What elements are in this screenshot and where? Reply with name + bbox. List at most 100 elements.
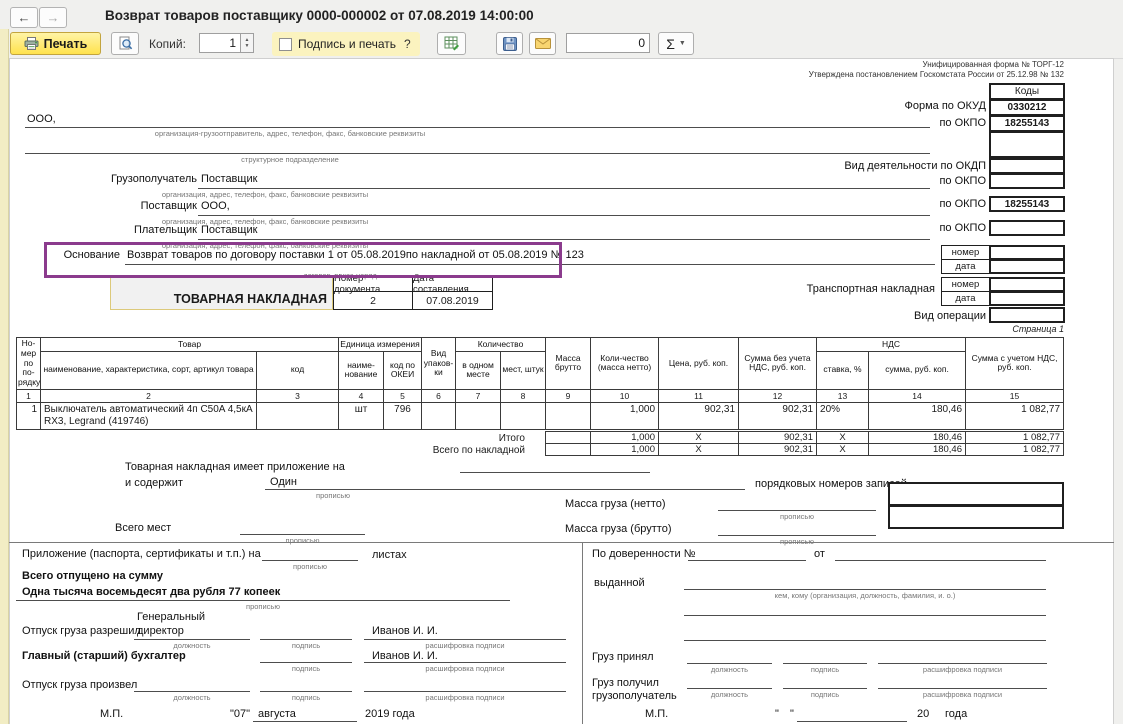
okpo-payer-value-cell xyxy=(989,220,1065,236)
colnum-1: 1 xyxy=(17,389,41,402)
attachments-label: Приложение (паспорта, сертификаты и т.п.… xyxy=(22,548,261,560)
total-released-label: Всего отпущено на сумму xyxy=(22,570,163,582)
made-sign-caption: подпись xyxy=(260,693,352,702)
copies-label: Копий: xyxy=(149,37,186,51)
sign-and-print-checkbox[interactable] xyxy=(279,38,292,51)
row-per-place xyxy=(456,402,501,429)
poa-number-line xyxy=(688,559,806,561)
app-window: { "titlebar": { "title": "Возврат товаро… xyxy=(0,0,1123,724)
shipper-line xyxy=(25,126,930,128)
release-decode-caption: расшифровка подписи xyxy=(364,641,566,650)
counter-input[interactable]: 0 xyxy=(566,33,650,53)
sign-and-print-area: Подпись и печать ? xyxy=(272,32,420,56)
row-okei: 796 xyxy=(384,402,422,429)
supplier-label: Поставщик xyxy=(40,200,197,212)
row-sum-wo-vat: 902,31 xyxy=(739,402,817,429)
print-button-label: Печать xyxy=(44,37,88,51)
copies-input[interactable]: 1 xyxy=(199,33,241,53)
save-button[interactable] xyxy=(496,32,523,55)
totals-total: 1 082,77 xyxy=(966,432,1064,444)
grand-total-label: Всего по накладной xyxy=(300,445,525,456)
sum-button[interactable]: Σ ▼ xyxy=(658,32,694,55)
totals-sum-wo-vat: 902,31 xyxy=(739,432,817,444)
payer-value: Поставщик xyxy=(201,224,257,236)
copies-stepper[interactable]: ▲ ▼ xyxy=(241,33,254,53)
okpo-label-3: по ОКПО xyxy=(686,198,986,210)
received-decode-line xyxy=(878,687,1047,689)
contains-caption: прописью xyxy=(273,491,393,500)
issued-caption: кем, кому (организация, должность, фамил… xyxy=(684,591,1046,600)
stamp-year: 2019 года xyxy=(365,708,415,720)
stamp-label-right: М.П. xyxy=(645,708,668,720)
received-decode-caption: расшифровка подписи xyxy=(878,690,1047,699)
stamp-date-line xyxy=(253,720,357,722)
position-value-line2: директор xyxy=(137,625,184,637)
okdp-label: Вид деятельности по ОКДП xyxy=(686,160,986,172)
appendix-line xyxy=(460,471,650,473)
preview-button[interactable] xyxy=(111,32,139,55)
edit-table-button[interactable] xyxy=(437,32,466,55)
grand-x2: X xyxy=(817,444,869,456)
colnum-11: 11 xyxy=(659,389,739,402)
basis-date-value-cell xyxy=(989,259,1065,274)
totals-vat-sum: 180,46 xyxy=(869,432,966,444)
release-allowed-label: Отпуск груза разрешил xyxy=(22,625,141,637)
accountant-decode-line xyxy=(364,661,566,663)
print-button[interactable]: Печать xyxy=(10,32,101,55)
help-question-mark[interactable]: ? xyxy=(404,37,411,51)
colnum-10: 10 xyxy=(591,389,659,402)
consignee-label: Грузополучатель xyxy=(40,173,197,185)
cargo-accepted-label: Груз принял xyxy=(592,651,654,663)
release-sign-name: Иванов И. И. xyxy=(372,625,438,637)
forward-button[interactable]: → xyxy=(39,7,67,28)
colnum-3: 3 xyxy=(257,389,339,402)
totals-x2: X xyxy=(817,432,869,444)
okpo-shipper-value-cell: 18255143 xyxy=(989,115,1065,132)
issued-blank-line-2 xyxy=(684,639,1046,641)
total-in-words-caption: прописью xyxy=(203,602,323,611)
received-position-line xyxy=(687,687,772,689)
accepted-position-line xyxy=(687,662,772,664)
colnum-14: 14 xyxy=(869,389,966,402)
made-position-line xyxy=(134,690,250,692)
colnum-4: 4 xyxy=(339,389,384,402)
chevron-down-icon: ▼ xyxy=(679,40,686,47)
table-header-sub-row: наименование, характеристика, сорт, арти… xyxy=(17,351,1064,389)
doc-title: ТОВАРНАЯ НАКЛАДНАЯ xyxy=(114,292,327,306)
colnum-7: 7 xyxy=(456,389,501,402)
row-vat-rate: 20% xyxy=(817,402,869,429)
row-num: 1 xyxy=(17,402,41,429)
position-value-line1: Генеральный xyxy=(137,611,205,623)
mail-button[interactable] xyxy=(529,32,556,55)
total-in-words: Одна тысяча восемьдесят два рубля 77 коп… xyxy=(22,586,280,598)
release-position-caption: должность xyxy=(134,641,250,650)
appendix-label: Товарная накладная имеет приложение на xyxy=(125,461,345,473)
colnum-15: 15 xyxy=(966,389,1064,402)
sigma-icon: Σ xyxy=(666,36,675,52)
contains-line xyxy=(265,488,745,490)
forward-icon: → xyxy=(47,11,60,24)
gross-weight-label: Масса груза (брутто) xyxy=(565,523,672,535)
okpo-label-2: по ОКПО xyxy=(686,175,986,187)
okud-value-cell: 0330212 xyxy=(989,99,1065,116)
page-note: Страница 1 xyxy=(964,324,1064,334)
release-made-label: Отпуск груза произвел xyxy=(22,679,137,691)
operation-type-label: Вид операции xyxy=(686,310,986,322)
okud-label: Форма по ОКУД xyxy=(686,100,986,112)
sum-wo-vat-header: Сумма без учета НДС, руб. коп. xyxy=(739,338,817,390)
release-sign-caption: подпись xyxy=(260,641,352,650)
unit-group-header: Единица измерения xyxy=(339,338,422,352)
row-name: Выключатель автоматический 4п C50A 4,5кА… xyxy=(41,402,257,429)
totals-label: Итого xyxy=(300,433,525,444)
footer-divider-horizontal xyxy=(9,542,1114,543)
back-button[interactable]: ← xyxy=(10,7,38,28)
colnum-6: 6 xyxy=(422,389,456,402)
sheets-label: листах xyxy=(372,549,407,561)
footer-divider-vertical xyxy=(582,542,583,724)
year-prefix-right: 20 xyxy=(917,708,929,720)
qty-header: Коли-чество (масса нетто) xyxy=(591,338,659,390)
contains-value: Один xyxy=(270,476,297,488)
basis-number-value-cell xyxy=(989,245,1065,260)
poa-date-line xyxy=(835,559,1046,561)
goods-table: Но-мер по по-рядку Товар Единица измерен… xyxy=(16,337,1064,430)
